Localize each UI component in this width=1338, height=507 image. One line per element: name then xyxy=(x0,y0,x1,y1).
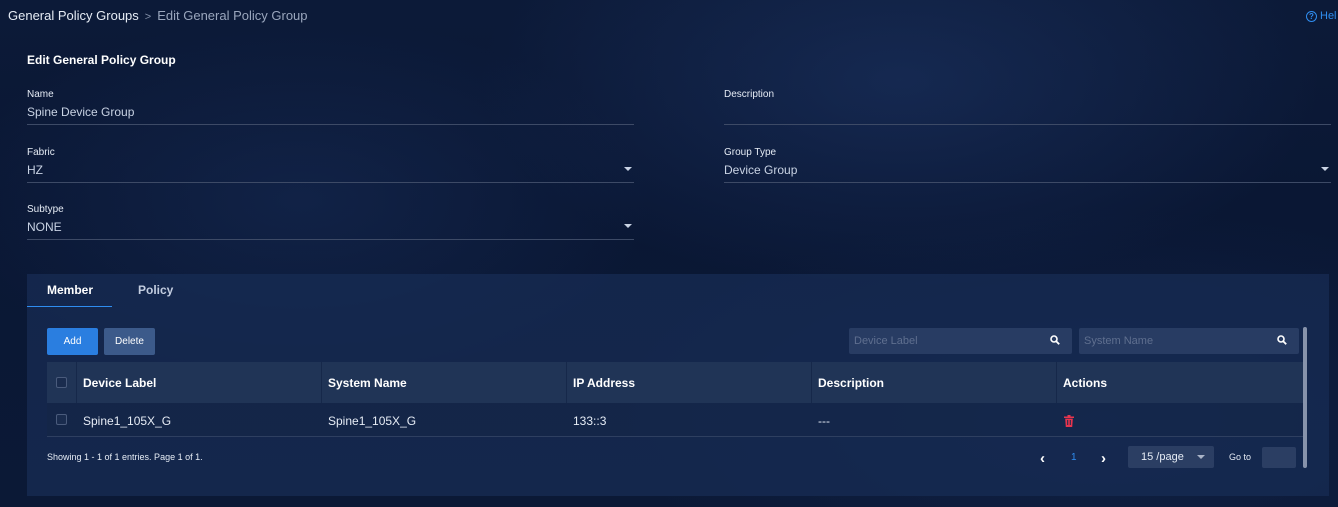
description-field: Description xyxy=(724,89,1331,125)
chevron-left-icon[interactable]: ‹ xyxy=(1040,450,1045,467)
select-all-checkbox[interactable] xyxy=(56,377,67,388)
help-link[interactable]: ? Hel xyxy=(1306,10,1337,22)
page-size-value: 15 /page xyxy=(1141,451,1184,463)
tab-member[interactable]: Member xyxy=(47,283,93,297)
chevron-down-icon xyxy=(1197,455,1205,459)
column-header-system-name[interactable]: System Name xyxy=(328,376,407,390)
delete-button[interactable]: Delete xyxy=(104,328,155,355)
vertical-scrollbar[interactable] xyxy=(1303,327,1307,468)
cell-system-name: Spine1_105X_G xyxy=(328,414,417,428)
device-label-search-input[interactable]: Device Label xyxy=(849,328,1072,354)
column-header-ip-address[interactable]: IP Address xyxy=(573,376,635,390)
breadcrumb-current: Edit General Policy Group xyxy=(157,8,308,23)
name-label: Name xyxy=(27,89,54,100)
group-type-select[interactable]: Device Group xyxy=(724,163,1331,183)
subtype-select[interactable]: NONE xyxy=(27,220,634,240)
breadcrumb: General Policy Groups > Edit General Polic… xyxy=(8,8,308,23)
page-size-select[interactable]: 15 /page xyxy=(1128,446,1214,468)
chevron-down-icon xyxy=(624,167,632,171)
add-button[interactable]: Add xyxy=(47,328,98,355)
description-label: Description xyxy=(724,89,775,100)
cell-ip-address: 133::3 xyxy=(573,414,607,428)
trash-icon[interactable] xyxy=(1064,415,1074,427)
top-bar: General Policy Groups > Edit General Polic… xyxy=(0,0,1338,32)
description-input[interactable] xyxy=(724,105,1331,125)
group-type-select-value: Device Group xyxy=(724,163,798,177)
system-name-search-input[interactable]: System Name xyxy=(1079,328,1299,354)
page-title: Edit General Policy Group xyxy=(27,53,176,67)
column-divider xyxy=(1056,362,1057,403)
name-field: Name Spine Device Group xyxy=(27,89,634,125)
member-panel: Member Policy Add Delete Device Label Sy… xyxy=(27,274,1329,496)
fabric-select[interactable]: HZ xyxy=(27,163,634,183)
subtype-label: Subtype xyxy=(27,204,64,215)
chevron-down-icon xyxy=(624,224,632,228)
cell-device-label: Spine1_105X_G xyxy=(83,414,172,428)
column-divider xyxy=(811,362,812,403)
table-row[interactable]: Spine1_105X_G Spine1_105X_G 133::3 --- xyxy=(47,403,1303,437)
column-header-actions: Actions xyxy=(1063,376,1108,390)
search-icon[interactable] xyxy=(1050,335,1060,345)
help-label: Hel xyxy=(1320,10,1337,22)
search-icon[interactable] xyxy=(1277,335,1287,345)
active-tab-indicator xyxy=(27,306,112,307)
row-checkbox[interactable] xyxy=(56,414,67,425)
breadcrumb-separator: > xyxy=(144,11,152,23)
goto-page-input[interactable] xyxy=(1262,447,1296,468)
pagination-info: Showing 1 - 1 of 1 entries. Page 1 of 1. xyxy=(47,452,203,462)
fabric-label: Fabric xyxy=(27,147,55,158)
page-number-current[interactable]: 1 xyxy=(1071,452,1077,463)
name-input[interactable]: Spine Device Group xyxy=(27,105,634,125)
system-name-search-placeholder: System Name xyxy=(1084,335,1154,347)
member-table: Device Label System Name IP Address Desc… xyxy=(47,362,1303,437)
chevron-right-icon[interactable]: › xyxy=(1101,450,1106,467)
subtype-field: Subtype NONE xyxy=(27,204,634,240)
table-header: Device Label System Name IP Address Desc… xyxy=(47,362,1303,403)
column-divider xyxy=(76,362,77,403)
column-header-device-label[interactable]: Device Label xyxy=(83,376,156,390)
column-divider xyxy=(321,362,322,403)
column-divider xyxy=(566,362,567,403)
chevron-down-icon xyxy=(1321,167,1329,171)
fabric-field: Fabric HZ xyxy=(27,147,634,183)
group-type-label: Group Type xyxy=(724,147,777,158)
group-type-field: Group Type Device Group xyxy=(724,147,1331,183)
subtype-select-value: NONE xyxy=(27,220,62,234)
breadcrumb-parent-link[interactable]: General Policy Groups xyxy=(8,8,139,23)
tab-policy[interactable]: Policy xyxy=(138,283,173,297)
fabric-select-value: HZ xyxy=(27,163,43,177)
goto-label: Go to xyxy=(1229,452,1252,462)
column-header-description[interactable]: Description xyxy=(818,376,884,390)
tab-bar: Member Policy xyxy=(27,274,1329,307)
cell-description: --- xyxy=(818,414,830,428)
help-circle-icon: ? xyxy=(1306,10,1317,22)
device-label-search-placeholder: Device Label xyxy=(854,335,918,347)
